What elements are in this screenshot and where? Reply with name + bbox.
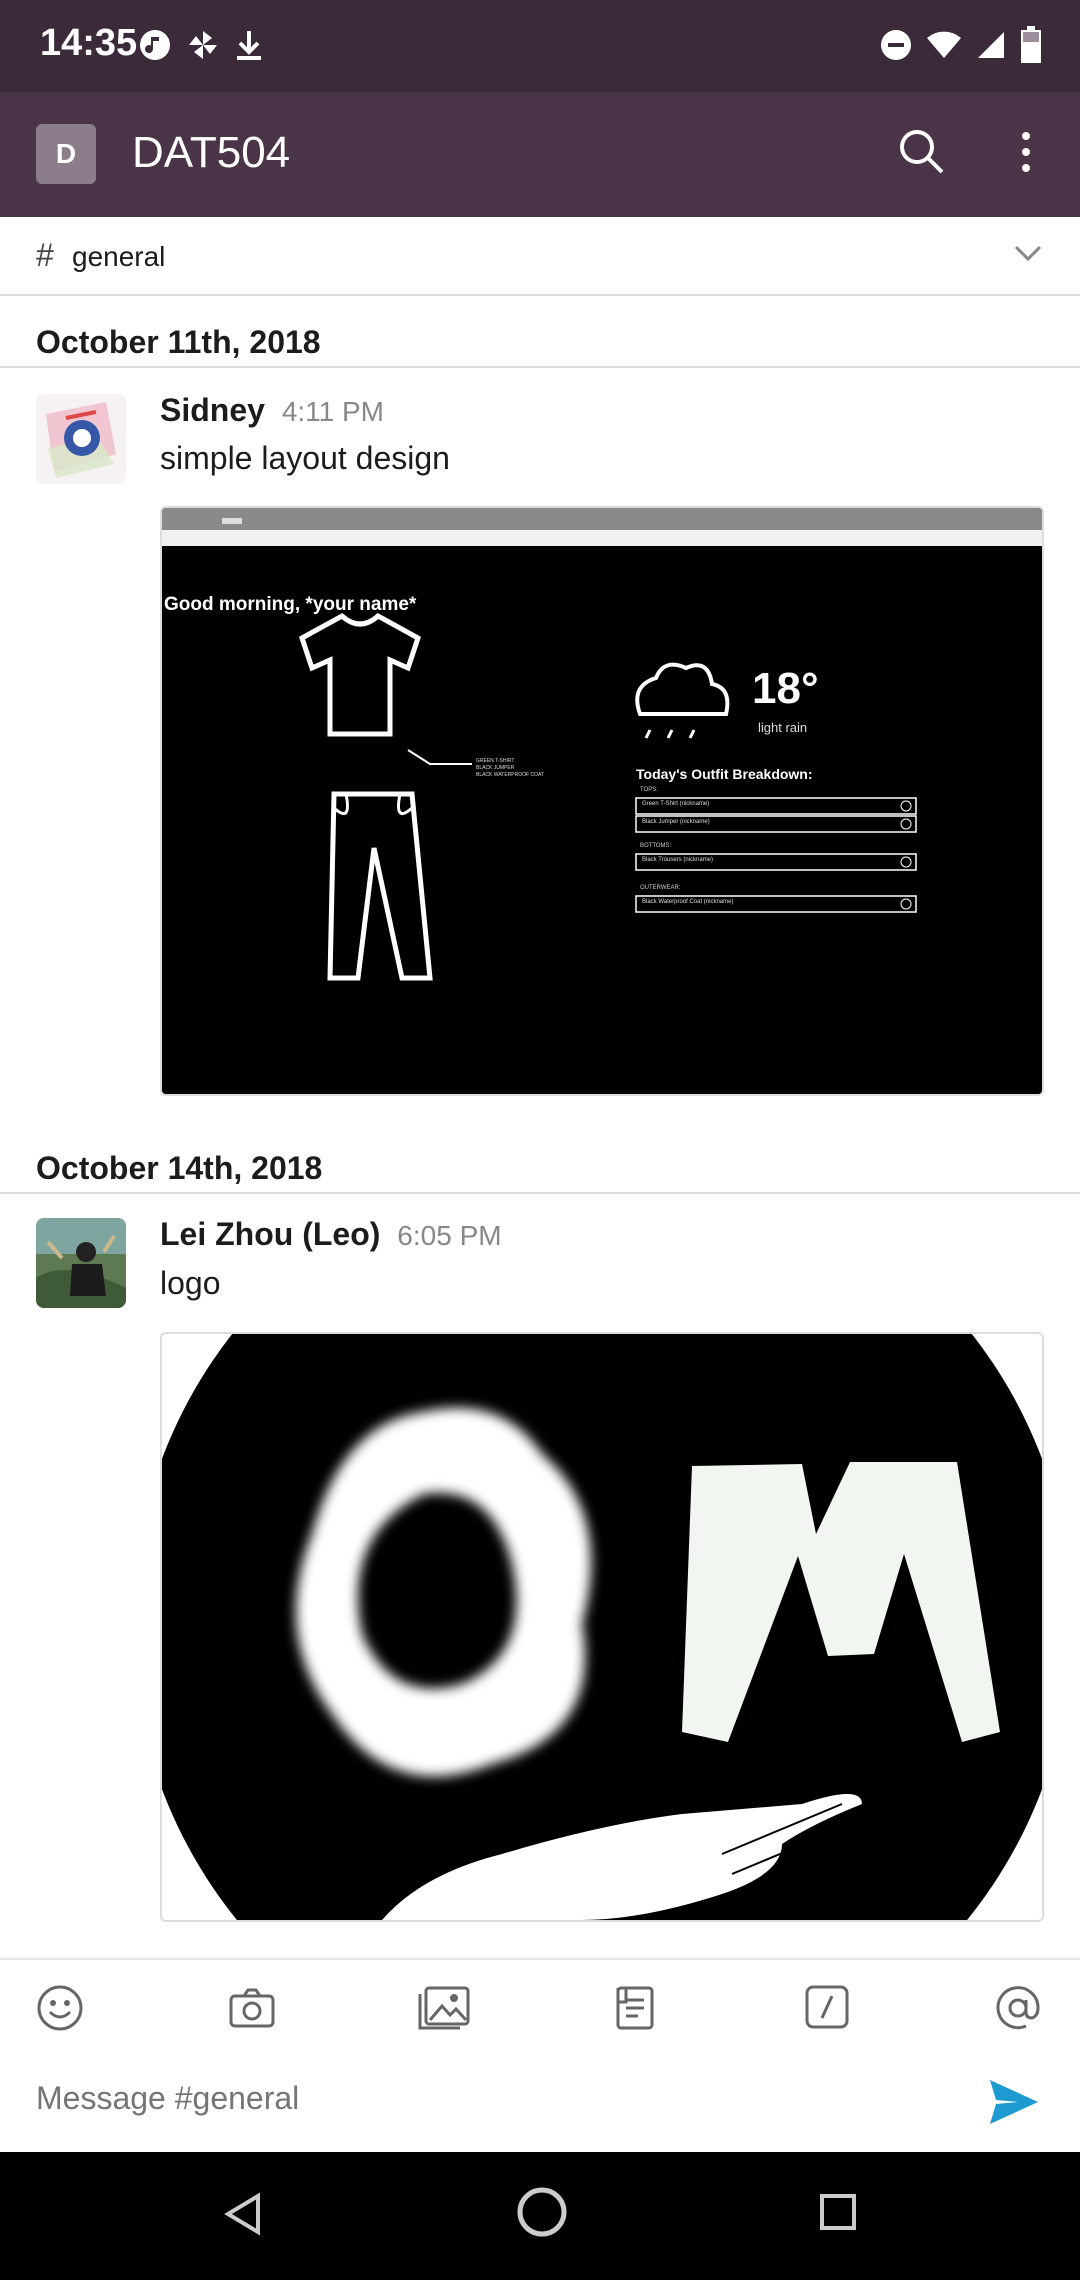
image-attachment[interactable]: Good morning, *your name* 18° light rain… — [160, 506, 1044, 1096]
avatar[interactable] — [36, 1218, 126, 1308]
mockup-condition: light rain — [758, 720, 808, 735]
mockup-callout: BLACK JUMPER — [476, 765, 515, 771]
signal-icon — [978, 32, 1004, 58]
mockup-breakdown-title: Today's Outfit Breakdown: — [636, 766, 813, 782]
home-icon[interactable] — [514, 2184, 570, 2240]
status-time: 14:35 — [40, 22, 138, 64]
app-bar: D DAT504 — [0, 92, 1080, 217]
mockup-callout: GREEN T-SHIRT — [476, 758, 515, 764]
more-vertical-icon[interactable] — [1014, 126, 1038, 178]
slash-command-icon[interactable] — [804, 1984, 850, 2030]
workspace-name[interactable]: DAT504 — [132, 128, 290, 178]
mention-icon[interactable] — [994, 1984, 1042, 2032]
mockup-bottoms-label: BOTTOMS: — [640, 843, 672, 849]
mockup-item: Black Jumper (nickname) — [642, 819, 710, 825]
mockup-outerwear-label: OUTERWEAR: — [640, 885, 681, 891]
wifi-icon — [927, 31, 961, 58]
composer-toolbar — [0, 1958, 1080, 2054]
message-time: 6:05 PM — [397, 1220, 502, 1251]
date-divider: October 11th, 2018 — [0, 308, 1080, 368]
avatar[interactable] — [36, 394, 126, 484]
date-label: October 14th, 2018 — [36, 1150, 323, 1186]
emoji-icon[interactable] — [36, 1984, 84, 2032]
mockup-item: Green T-Shirt (nickname) — [642, 801, 710, 807]
author-name[interactable]: Sidney — [160, 392, 265, 428]
channel-name: general — [72, 241, 166, 272]
mockup-greeting: Good morning, *your name* — [164, 594, 417, 615]
date-divider: October 14th, 2018 — [0, 1134, 1080, 1194]
channel-header[interactable]: # general — [0, 217, 1080, 296]
message-header: Lei Zhou (Leo) 6:05 PM — [160, 1216, 502, 1253]
camera-icon[interactable] — [228, 1984, 276, 2032]
system-nav-bar — [0, 2152, 1080, 2280]
chevron-down-icon[interactable] — [1014, 243, 1042, 263]
mockup-item: Black Trousers (nickname) — [642, 857, 714, 863]
author-name[interactable]: Lei Zhou (Leo) — [160, 1216, 380, 1252]
message-text: simple layout design — [160, 440, 450, 476]
mockup-temperature: 18° — [752, 664, 819, 713]
gallery-icon[interactable] — [416, 1984, 472, 2032]
message-header: Sidney 4:11 PM — [160, 392, 384, 429]
music-icon — [140, 30, 170, 60]
pinwheel-icon — [189, 31, 217, 59]
back-icon[interactable] — [220, 2190, 264, 2238]
workspace-avatar[interactable]: D — [36, 124, 96, 184]
file-icon[interactable] — [612, 1984, 656, 2032]
search-icon[interactable] — [896, 126, 948, 178]
battery-icon — [1021, 26, 1041, 63]
send-icon[interactable] — [988, 2078, 1040, 2126]
mockup-tops-label: TOPS: — [640, 787, 658, 793]
channel-hash: # — [36, 237, 54, 273]
status-bar: 14:35 — [0, 0, 1080, 92]
message-input[interactable] — [36, 2080, 936, 2117]
download-icon — [237, 31, 261, 60]
message-time: 4:11 PM — [281, 396, 385, 427]
date-label: October 11th, 2018 — [36, 324, 321, 360]
recents-icon[interactable] — [818, 2192, 858, 2232]
image-attachment[interactable] — [160, 1332, 1044, 1922]
mockup-item: Black Waterproof Coat (nickname) — [642, 899, 734, 905]
message-text: logo — [160, 1265, 221, 1301]
dnd-icon — [881, 30, 911, 60]
mockup-callout: BLACK WATERPROOF COAT — [476, 772, 544, 778]
